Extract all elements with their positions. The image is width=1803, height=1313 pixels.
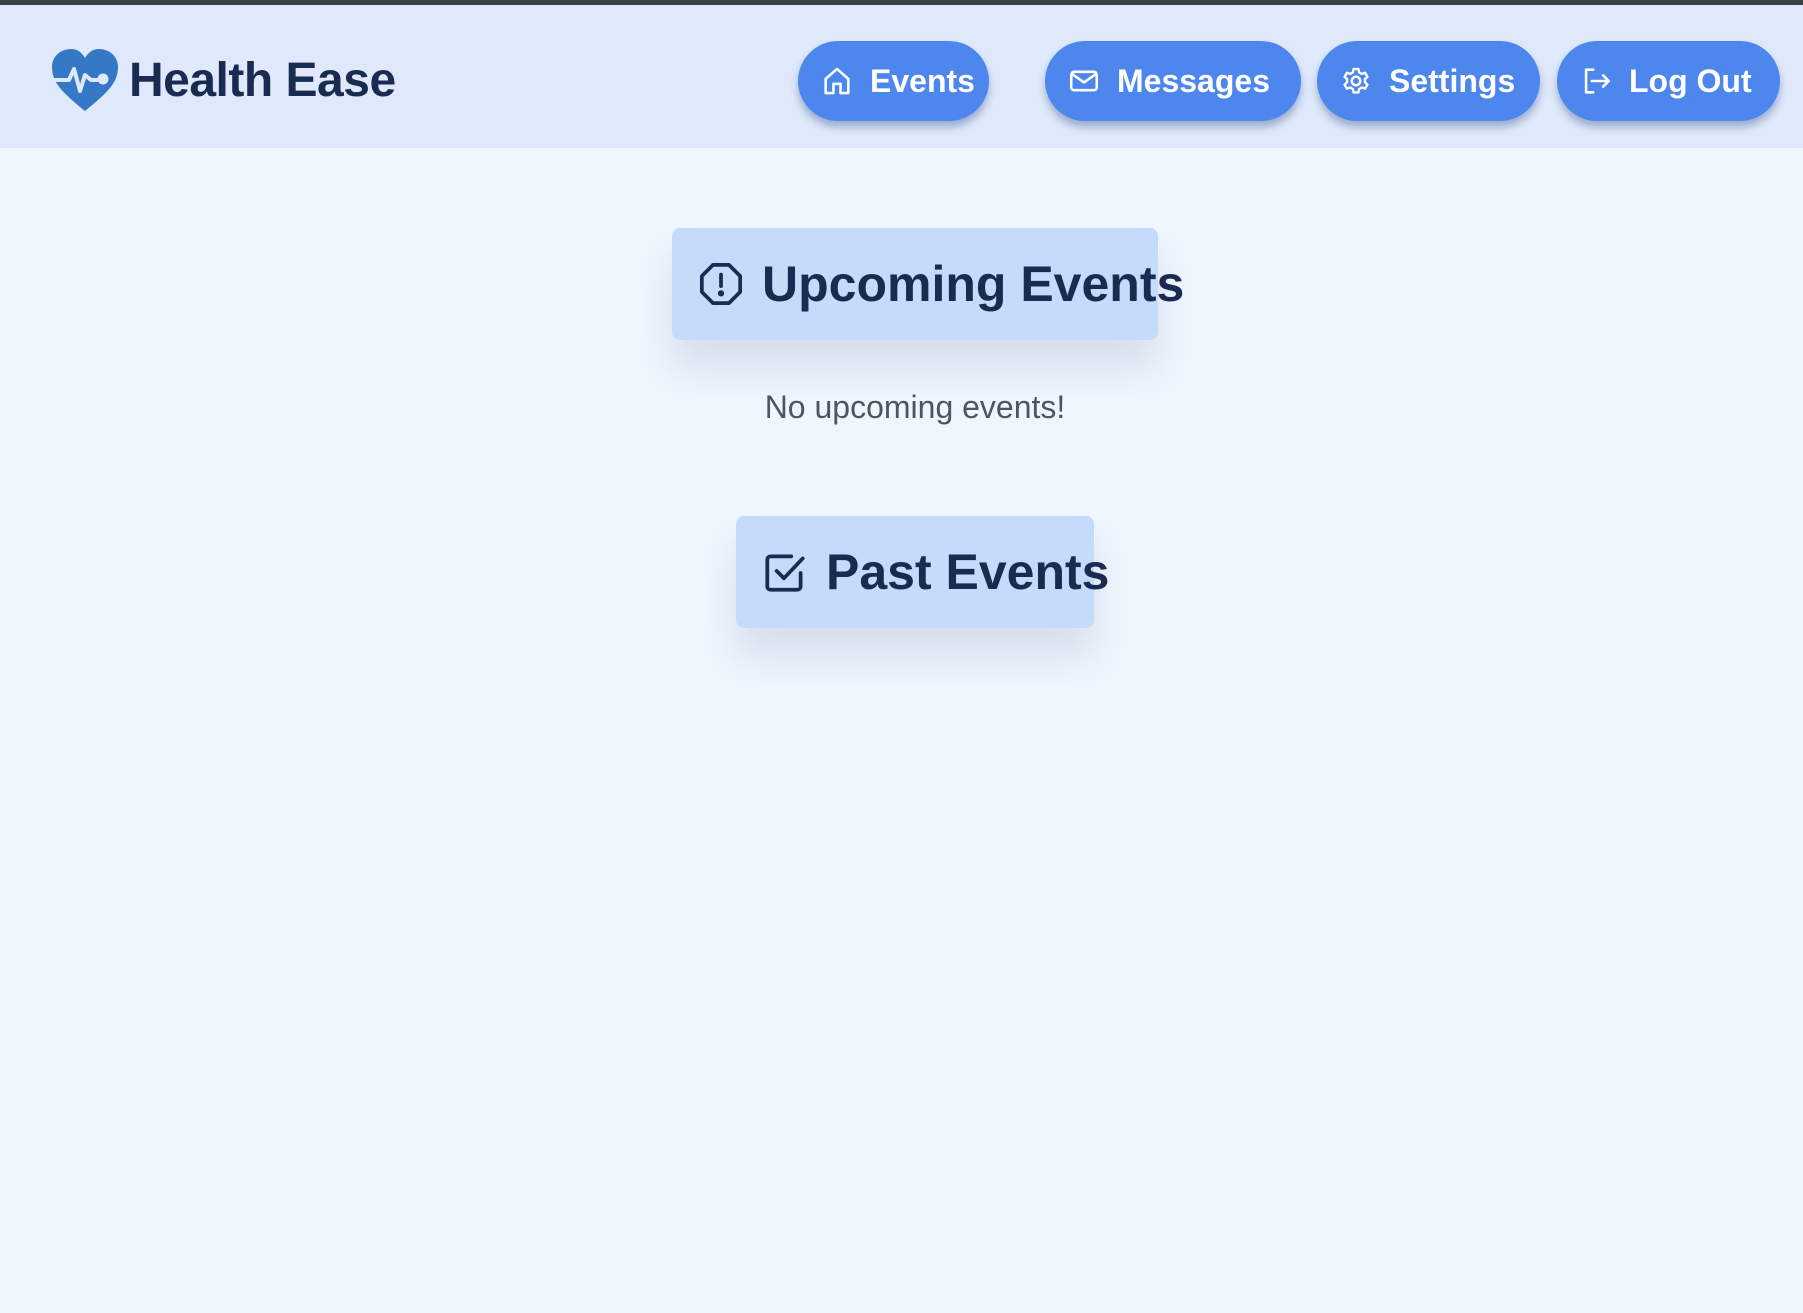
nav-messages-button[interactable]: Messages (1045, 41, 1301, 121)
nav-settings-label: Settings (1389, 62, 1516, 99)
app-header: Health Ease Events Messages Settings Log… (0, 5, 1803, 148)
home-icon (824, 67, 850, 95)
logout-icon (1584, 68, 1611, 94)
nav-logout-label: Log Out (1629, 62, 1752, 99)
nav-events-label: Events (870, 62, 975, 99)
heartbeat-icon (47, 49, 118, 111)
brand[interactable]: Health Ease (47, 43, 396, 117)
alert-octagon-icon (699, 262, 743, 306)
gear-icon (1343, 67, 1369, 94)
past-events-title: Past Events (826, 544, 1110, 600)
nav-events-button[interactable]: Events (798, 41, 989, 121)
nav-messages-label: Messages (1117, 62, 1270, 99)
upcoming-events-title: Upcoming Events (762, 256, 1185, 312)
mail-icon (1069, 70, 1099, 92)
nav-settings-button[interactable]: Settings (1317, 41, 1540, 121)
upcoming-events-empty-message: No upcoming events! (764, 389, 1066, 425)
upcoming-events-heading: Upcoming Events (672, 228, 1184, 340)
nav-logout-button[interactable]: Log Out (1557, 41, 1780, 121)
check-square-icon (765, 554, 805, 592)
past-events-heading: Past Events (736, 516, 1109, 628)
app-name: Health Ease (129, 53, 396, 107)
